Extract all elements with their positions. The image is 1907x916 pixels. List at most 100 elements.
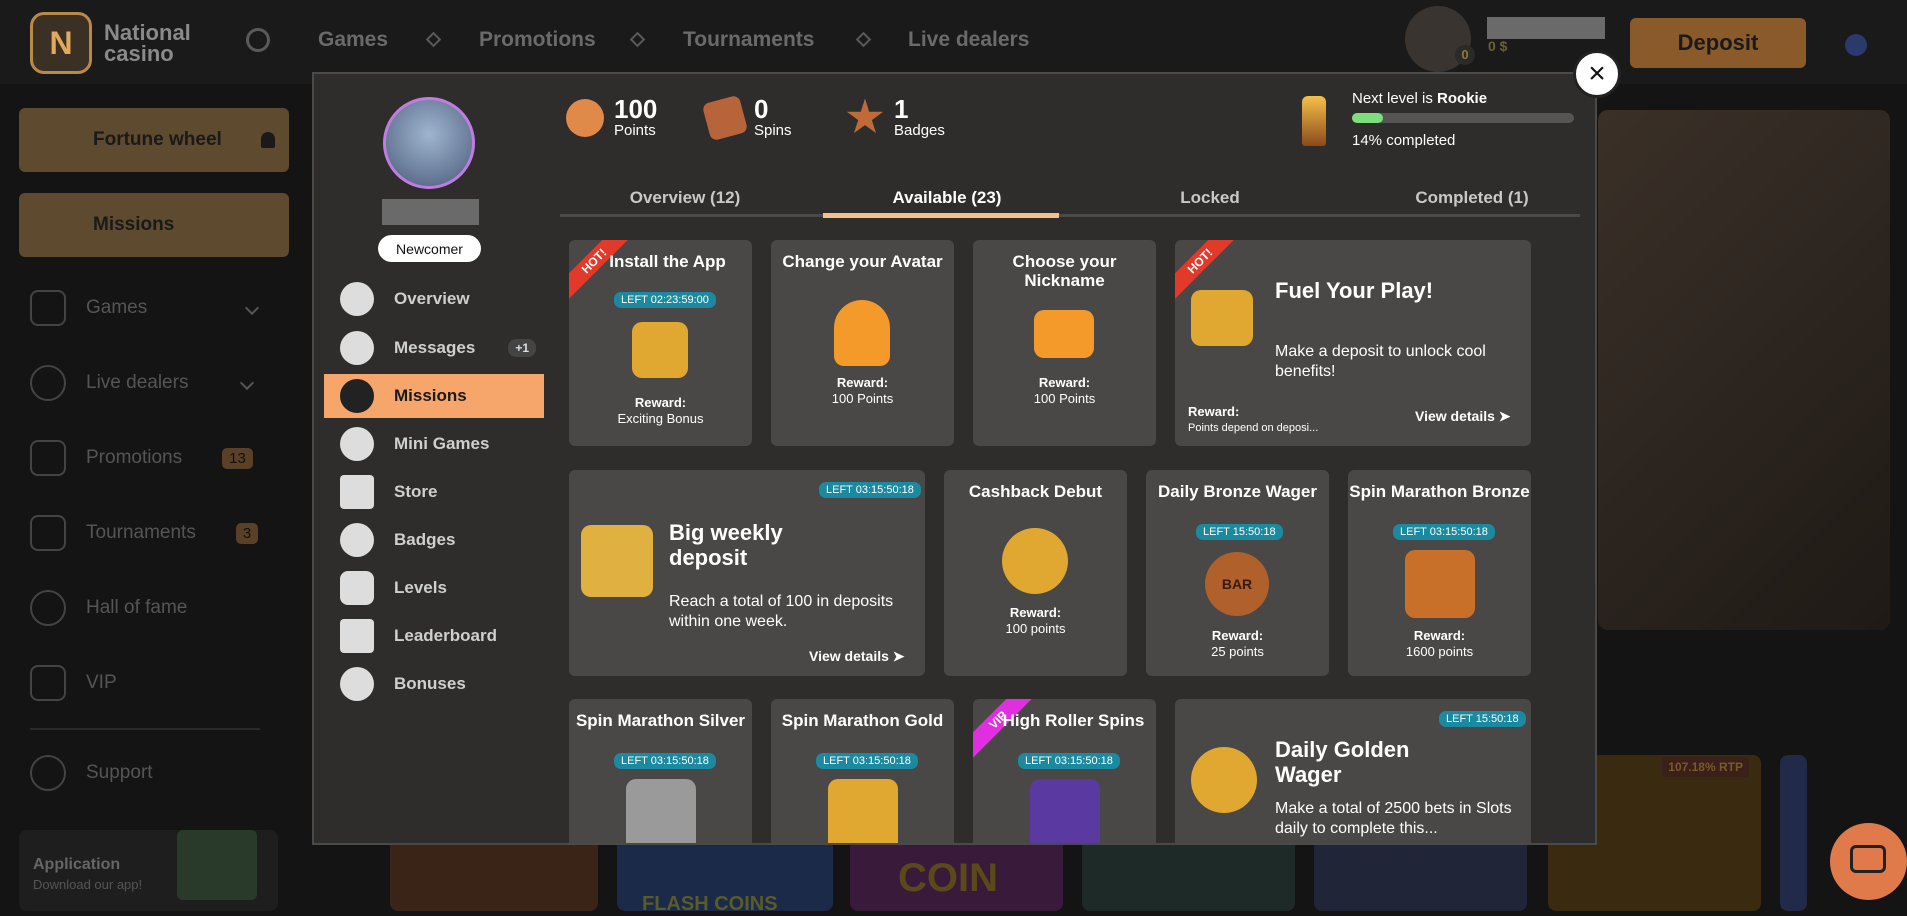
menu-item-leaderboard[interactable]: Leaderboard (324, 614, 544, 658)
sidebar-item-support[interactable]: Support (30, 755, 153, 791)
game-thumbnail[interactable]: FLASH COINS (617, 838, 833, 915)
tab-overview[interactable]: Overview (12) (555, 188, 815, 208)
view-details-link[interactable]: View details ➤ (1415, 408, 1511, 425)
mission-title: Spin Marathon Bronze (1349, 482, 1530, 501)
wallet-icon (1191, 290, 1253, 346)
app-promo[interactable]: Application Download our app! (19, 830, 278, 911)
spins-stat: 0 Spins (701, 94, 792, 141)
menu-item-bonuses[interactable]: Bonuses (324, 662, 544, 706)
sidebar-item-games[interactable]: Games (30, 290, 260, 326)
sidebar-item-vip[interactable]: VIP (30, 665, 117, 701)
badges-stat: 1 Badges (846, 96, 945, 139)
mission-card[interactable]: Cashback Debut Reward: 100 points (944, 470, 1127, 676)
tab-locked[interactable]: Locked (1080, 188, 1340, 208)
tournaments-count-badge: 3 (235, 522, 259, 544)
sidebar-divider (30, 728, 260, 730)
game-thumbnail[interactable] (1314, 838, 1527, 911)
reward-value: 100 points (1005, 621, 1066, 636)
mission-card[interactable]: Spin Marathon Bronze LEFT 03:15:50:18 Re… (1348, 470, 1531, 676)
mission-reward: Reward: 100 Points (771, 375, 954, 407)
tabs-divider (560, 214, 1580, 217)
next-level-prefix: Next level is (1352, 90, 1438, 107)
search-icon[interactable] (246, 28, 270, 52)
nav-live-dealers[interactable]: Live dealers (908, 28, 1029, 52)
sidebar-item-tournaments[interactable]: Tournaments 3 (30, 515, 259, 551)
mission-card[interactable]: LEFT 15:50:18 Daily Golden Wager Make a … (1175, 699, 1531, 843)
mission-card[interactable]: Choose your Nickname Reward: 100 Points (973, 240, 1156, 446)
mission-card[interactable]: Spin Marathon Silver LEFT 03:15:50:18 (569, 699, 752, 843)
mission-card[interactable]: VIP High Roller Spins LEFT 03:15:50:18 (973, 699, 1156, 843)
mission-card[interactable]: Daily Bronze Wager LEFT 15:50:18 BAR Rew… (1146, 470, 1329, 676)
app-promo-subtitle: Download our app! (33, 877, 143, 892)
mission-card[interactable]: LEFT 03:15:50:18 Big weekly deposit Reac… (569, 470, 925, 676)
flag-icon[interactable] (1845, 34, 1867, 56)
tab-completed[interactable]: Completed (1) (1342, 188, 1602, 208)
money-bag-icon (340, 667, 374, 701)
download-icon (632, 322, 688, 378)
live-dealers-banner[interactable] (1598, 110, 1890, 630)
stat-label: Badges (894, 122, 945, 139)
menu-label: Levels (394, 578, 447, 597)
mission-card[interactable]: Spin Marathon Gold LEFT 03:15:50:18 (771, 699, 954, 843)
mission-timer: LEFT 02:23:59:00 (614, 292, 716, 308)
profile-avatar[interactable] (383, 97, 475, 189)
question-icon (30, 755, 66, 791)
game-thumbnail[interactable] (1780, 755, 1807, 911)
game-thumbnail[interactable]: COIN (850, 838, 1063, 911)
dealer-icon (30, 365, 66, 401)
nav-promotions[interactable]: Promotions (479, 28, 596, 52)
reward-value: 1600 points (1405, 644, 1474, 659)
mission-description: Make a total of 2500 bets in Slots daily… (1275, 800, 1512, 837)
reward-label: Reward: (1038, 375, 1091, 390)
mission-card[interactable]: HOT! Install the App LEFT 02:23:59:00 Re… (569, 240, 752, 446)
chat-button[interactable] (1830, 823, 1907, 900)
reward-label: Reward: (836, 375, 889, 390)
menu-item-missions[interactable]: Missions (324, 374, 544, 418)
menu-item-badges[interactable]: Badges (324, 518, 544, 562)
crown-icon (340, 619, 374, 653)
menu-item-messages[interactable]: Messages +1 (324, 326, 544, 370)
menu-item-mini-games[interactable]: Mini Games (324, 422, 544, 466)
game-thumbnail[interactable] (390, 838, 598, 911)
trophy-icon (30, 515, 66, 551)
mission-reward: Reward: 1600 points (1348, 628, 1531, 660)
tab-available[interactable]: Available (23) (817, 188, 1077, 208)
level-progress-fill (1352, 113, 1384, 123)
missions-button[interactable]: Missions (19, 193, 289, 257)
mission-timer: LEFT 03:15:50:18 (614, 753, 716, 769)
view-details-link[interactable]: View details ➤ (809, 648, 905, 665)
mission-description: Reach a total of 100 in deposits within … (669, 593, 894, 630)
nav-games[interactable]: Games (318, 28, 388, 52)
game-thumbnail[interactable] (1082, 838, 1295, 911)
sidebar-label: Hall of fame (86, 597, 188, 618)
menu-label: Missions (394, 386, 467, 405)
sidebar-label: Support (86, 762, 153, 783)
gold-slot-machine-icon (828, 779, 898, 843)
mission-card[interactable]: HOT! Fuel Your Play! Make a deposit to u… (1175, 240, 1531, 446)
sidebar-item-promotions[interactable]: Promotions 13 (30, 440, 253, 476)
home-icon (340, 282, 374, 316)
fortune-wheel-button[interactable]: Fortune wheel (19, 108, 289, 172)
menu-item-store[interactable]: Store (324, 470, 544, 514)
mission-title: Spin Marathon Gold (781, 711, 944, 730)
close-button[interactable]: × (1573, 50, 1621, 98)
level-progress-text: 14% completed (1352, 132, 1456, 149)
sidebar-label: Promotions (86, 447, 183, 468)
menu-label: Messages (394, 338, 476, 357)
chat-bubbles-icon (340, 331, 374, 365)
fortune-wheel-label: Fortune wheel (93, 129, 222, 150)
menu-item-levels[interactable]: Levels (324, 566, 544, 610)
dice-icon (701, 94, 749, 141)
deposit-button[interactable]: Deposit (1630, 18, 1806, 68)
sidebar-item-hall-of-fame[interactable]: Hall of fame (30, 590, 187, 626)
logo[interactable]: N National casino (30, 12, 191, 74)
mission-title: Big weekly deposit (669, 520, 783, 570)
mission-card[interactable]: Change your Avatar Reward: 100 Points (771, 240, 954, 446)
sidebar-item-live-dealers[interactable]: Live dealers (30, 365, 255, 401)
menu-item-overview[interactable]: Overview (324, 277, 544, 321)
mission-title: Choose your Nickname (1012, 252, 1117, 290)
messages-badge: +1 (508, 339, 536, 357)
mission-reward: Reward: 100 points (944, 605, 1127, 637)
nav-tournaments[interactable]: Tournaments (683, 28, 814, 52)
view-details-label: View details (809, 648, 889, 664)
